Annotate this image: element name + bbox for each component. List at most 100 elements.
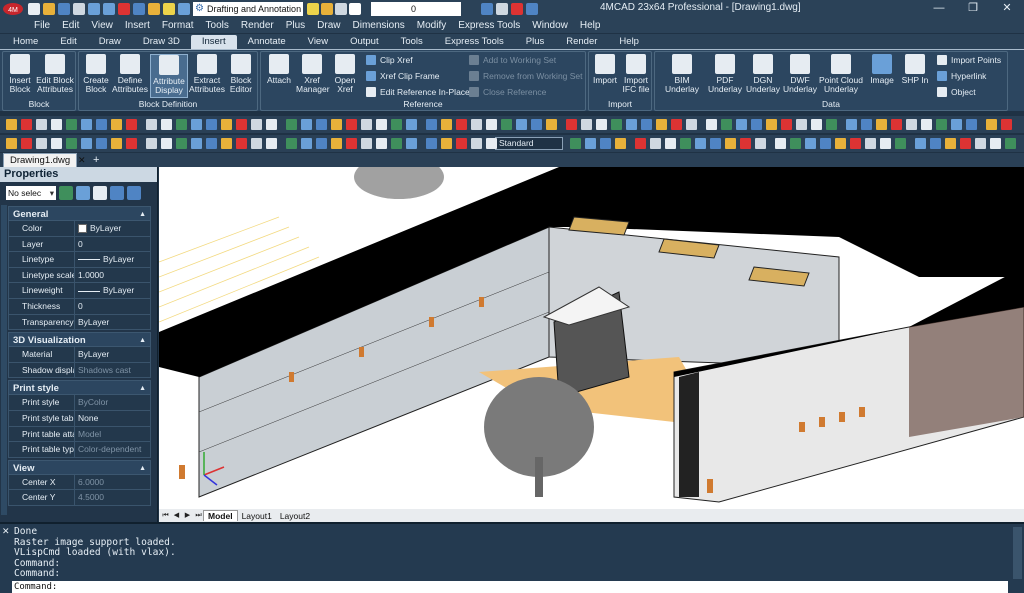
pdf-underlay-button[interactable]: PDF Underlay <box>707 54 743 94</box>
undo-icon[interactable] <box>88 2 100 15</box>
menu-express-tools[interactable]: Express Tools <box>452 20 526 31</box>
toolbar-tool-icon[interactable] <box>96 138 107 149</box>
tab-render[interactable]: Render <box>555 35 608 49</box>
toolbar-tool-icon[interactable] <box>740 138 751 149</box>
toolbar-tool-icon[interactable] <box>301 138 312 149</box>
toolbar-tool-icon[interactable] <box>615 138 626 149</box>
lightbulb-icon[interactable] <box>307 2 319 15</box>
section-view-header[interactable]: View <box>8 459 151 476</box>
toolbar-tool-icon[interactable] <box>126 138 137 149</box>
toolbar-tool-icon[interactable] <box>221 138 232 149</box>
toolbar-tool-icon[interactable] <box>471 119 482 130</box>
toolbar-tool-icon[interactable] <box>21 119 32 130</box>
zoom-icon[interactable] <box>178 2 190 15</box>
toolbar-tool-icon[interactable] <box>781 119 792 130</box>
sun-icon[interactable] <box>321 2 333 15</box>
section-general-header[interactable]: General <box>8 206 151 222</box>
xref-manager-button[interactable]: Xref Manager <box>296 54 330 94</box>
toolbar-tool-icon[interactable] <box>846 119 857 130</box>
menu-format[interactable]: Format <box>156 20 200 31</box>
toolbar-tool-icon[interactable] <box>96 119 107 130</box>
toolbar-tool-icon[interactable] <box>861 119 872 130</box>
bim-underlay-button[interactable]: BIM Underlay <box>661 54 703 94</box>
toolbar-tool-icon[interactable] <box>346 119 357 130</box>
toolbar-tool-icon[interactable] <box>6 138 17 149</box>
toolbar-tool-icon[interactable] <box>581 119 592 130</box>
toolbar-tool-icon[interactable] <box>361 138 372 149</box>
toolbar-tool-icon[interactable] <box>635 138 646 149</box>
toolbar-tool-icon[interactable] <box>721 119 732 130</box>
property-row[interactable]: Print table type Color-dependent <box>8 442 151 458</box>
section-3d-visualization-header[interactable]: 3D Visualization <box>8 332 151 348</box>
property-row[interactable]: Color ByLayer <box>8 221 151 237</box>
toolbar-tool-icon[interactable] <box>766 119 777 130</box>
property-row[interactable]: Lineweight ByLayer <box>8 283 151 299</box>
toolbar-tool-icon[interactable] <box>585 138 596 149</box>
property-value[interactable]: Model <box>75 427 150 442</box>
properties-scrollbar[interactable] <box>1 205 7 515</box>
toolbar-tool-icon[interactable] <box>286 138 297 149</box>
workspace-dropdown[interactable]: Drafting and Annotation <box>193 1 303 16</box>
toolbar-tool-icon[interactable] <box>865 138 876 149</box>
stop-icon[interactable] <box>118 2 130 15</box>
command-scrollbar[interactable] <box>1013 527 1022 579</box>
toolbar-tool-icon[interactable] <box>361 119 372 130</box>
toolbar-tool-icon[interactable] <box>426 119 437 130</box>
toolbar-tool-icon[interactable] <box>331 138 342 149</box>
property-value[interactable]: None <box>75 411 150 426</box>
lightbulb-icon[interactable] <box>163 2 175 15</box>
last-layout-icon[interactable]: ⏭ <box>194 511 203 520</box>
close-reference-button[interactable]: Close Reference <box>469 87 546 97</box>
property-row[interactable]: Thickness 0 <box>8 298 151 315</box>
toolbar-tool-icon[interactable] <box>206 119 217 130</box>
toolbar-tool-icon[interactable] <box>191 119 202 130</box>
toolbar-tool-icon[interactable] <box>641 119 652 130</box>
toolbar-tool-icon[interactable] <box>266 119 277 130</box>
point-cloud-underlay-button[interactable]: Point Cloud Underlay <box>818 54 864 94</box>
toolbar-tool-icon[interactable] <box>251 138 262 149</box>
toolbar-tool-icon[interactable] <box>486 119 497 130</box>
toolbar-tool-icon[interactable] <box>790 138 801 149</box>
toolbar-tool-icon[interactable] <box>406 138 417 149</box>
filter-settings-icon[interactable] <box>127 186 141 200</box>
toolbar-tool-icon[interactable] <box>665 138 676 149</box>
property-value[interactable]: 0 <box>75 299 150 314</box>
toolbar-tool-icon[interactable] <box>391 138 402 149</box>
drawing-viewport[interactable] <box>159 167 1024 509</box>
property-value[interactable]: ByColor <box>75 395 150 410</box>
plot-icon[interactable] <box>496 2 508 15</box>
toolbar-tool-icon[interactable] <box>316 138 327 149</box>
property-value[interactable]: Shadows cast <box>75 363 150 378</box>
object-button[interactable]: Object <box>937 87 976 97</box>
toolbar-tool-icon[interactable] <box>826 119 837 130</box>
toolbar-tool-icon[interactable] <box>346 138 357 149</box>
property-row[interactable]: Print style ByColor <box>8 395 151 411</box>
minimize-button[interactable]: — <box>922 0 956 17</box>
property-row[interactable]: Transparency ByLayer <box>8 314 151 331</box>
toolbar-tool-icon[interactable] <box>161 119 172 130</box>
menu-insert[interactable]: Insert <box>119 20 156 31</box>
property-row[interactable]: Linetype scale 1.0000 <box>8 267 151 284</box>
property-value[interactable]: ByLayer <box>75 347 150 362</box>
toolbar-tool-icon[interactable] <box>891 119 902 130</box>
add-to-working-set-button[interactable]: Add to Working Set <box>469 55 556 65</box>
toolbar-tool-icon[interactable] <box>686 119 697 130</box>
toolbar-tool-icon[interactable] <box>725 138 736 149</box>
toolbar-tool-icon[interactable] <box>650 138 661 149</box>
toolbar-tool-icon[interactable] <box>895 138 906 149</box>
close-drawing-icon[interactable] <box>511 2 523 15</box>
tab-home[interactable]: Home <box>2 35 49 49</box>
toolbar-tool-icon[interactable] <box>546 119 557 130</box>
toolbar-tool-icon[interactable] <box>945 138 956 149</box>
toolbar-tool-icon[interactable] <box>36 138 47 149</box>
open-icon[interactable] <box>43 2 55 15</box>
toolbar-tool-icon[interactable] <box>850 138 861 149</box>
toolbar-tool-icon[interactable] <box>81 119 92 130</box>
lock-icon[interactable] <box>335 2 347 15</box>
toolbar-tool-icon[interactable] <box>695 138 706 149</box>
toolbar-tool-icon[interactable] <box>915 138 926 149</box>
toolbar-tool-icon[interactable] <box>126 119 137 130</box>
toolbar-tool-icon[interactable] <box>471 138 482 149</box>
toolbar-tool-icon[interactable] <box>391 119 402 130</box>
menu-plus[interactable]: Plus <box>280 20 311 31</box>
